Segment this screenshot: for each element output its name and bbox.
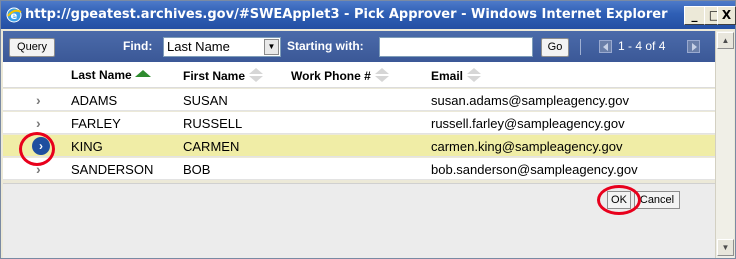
record-count: 1 - 4 of 4 — [618, 39, 666, 53]
starting-with-label: Starting with: — [287, 39, 364, 53]
cell-last-name: KING — [71, 139, 103, 154]
svg-text:e: e — [11, 11, 18, 22]
query-button[interactable]: Query — [9, 38, 55, 57]
sort-ascending-icon[interactable] — [134, 70, 151, 77]
scroll-down-icon[interactable]: ▼ — [717, 239, 734, 256]
internet-explorer-icon: e — [6, 7, 22, 23]
next-page-icon[interactable] — [687, 40, 700, 53]
highlight-ring-selected-row — [19, 132, 55, 166]
ie-popup-window: e http://gpeatest.archives.gov/#SWEApple… — [0, 0, 736, 259]
find-field-select[interactable]: Last Name ▼ — [163, 37, 281, 57]
table-row-selected[interactable]: › KING CARMEN carmen.king@sampleagency.g… — [3, 135, 715, 157]
cell-email: susan.adams@sampleagency.gov — [431, 93, 629, 108]
sort-icon[interactable] — [248, 68, 264, 82]
chevron-down-icon[interactable]: ▼ — [264, 39, 279, 55]
starting-with-input[interactable] — [379, 37, 533, 57]
highlight-ring-ok-button — [597, 185, 641, 215]
cell-email: bob.sanderson@sampleagency.gov — [431, 162, 638, 177]
cell-email: russell.farley@sampleagency.gov — [431, 116, 625, 131]
cell-first-name: RUSSELL — [183, 116, 243, 131]
close-button[interactable]: X — [717, 6, 736, 25]
minimize-button[interactable]: _ — [684, 6, 705, 25]
column-header-first-name[interactable]: First Name — [183, 68, 264, 83]
find-field-value: Last Name — [167, 39, 230, 54]
column-header-label: Email — [431, 69, 464, 83]
go-button[interactable]: Go — [541, 38, 569, 57]
table-row[interactable]: › FARLEY RUSSELL russell.farley@sampleag… — [3, 112, 715, 134]
sort-icon[interactable] — [374, 68, 390, 82]
column-header-email[interactable]: Email — [431, 68, 482, 83]
table-row[interactable]: › ADAMS SUSAN susan.adams@sampleagency.g… — [3, 89, 715, 111]
row-marker-icon[interactable]: › — [36, 92, 41, 108]
vertical-scrollbar[interactable]: ▲ ▼ — [715, 31, 734, 258]
grid-header: Last Name First Name Work Phone # Email — [3, 62, 715, 88]
cell-first-name: CARMEN — [183, 139, 240, 154]
column-header-label: Work Phone # — [291, 69, 371, 83]
column-header-label: Last Name — [71, 68, 132, 82]
row-marker-icon[interactable]: › — [36, 115, 41, 131]
sort-icon[interactable] — [466, 68, 482, 82]
column-header-last-name[interactable]: Last Name — [71, 68, 151, 82]
window-title: http://gpeatest.archives.gov/#SWEApplet3… — [25, 7, 668, 22]
column-header-work-phone[interactable]: Work Phone # — [291, 68, 390, 83]
cell-last-name: ADAMS — [71, 93, 118, 108]
cell-email: carmen.king@sampleagency.gov — [431, 139, 623, 154]
title-bar: e http://gpeatest.archives.gov/#SWEApple… — [1, 1, 736, 29]
find-label: Find: — [123, 39, 153, 53]
pick-applet-toolbar: Query Find: Last Name ▼ Starting with: G… — [3, 31, 715, 62]
cell-last-name: FARLEY — [71, 116, 121, 131]
cell-first-name: BOB — [183, 162, 211, 177]
scroll-up-icon[interactable]: ▲ — [717, 32, 734, 49]
cell-last-name: SANDERSON — [71, 162, 154, 177]
toolbar-divider — [580, 39, 581, 55]
cell-first-name: SUSAN — [183, 93, 228, 108]
column-header-label: First Name — [183, 69, 246, 83]
table-row[interactable]: › SANDERSON BOB bob.sanderson@sampleagen… — [3, 158, 715, 180]
previous-page-icon[interactable] — [599, 40, 612, 53]
